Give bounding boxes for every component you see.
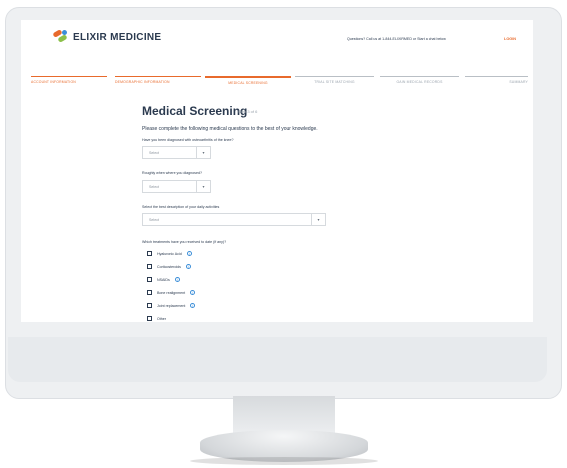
- page-title: Medical Screening: [142, 104, 248, 118]
- checkbox[interactable]: [147, 290, 152, 295]
- option-label: Hyaluronic Acid: [157, 251, 182, 256]
- info-icon[interactable]: i: [174, 277, 180, 282]
- info-icon[interactable]: i: [190, 303, 196, 308]
- step-gain-medical-records[interactable]: GAIN MEDICAL RECORDS: [380, 76, 459, 86]
- elixir-logo-icon: [52, 29, 69, 44]
- checkbox[interactable]: [147, 316, 152, 321]
- option-label: Bone realignment: [157, 290, 186, 295]
- chevron-down-icon: ▾: [196, 147, 210, 158]
- step-label: SUMMARY: [509, 80, 528, 84]
- help-text[interactable]: Questions? Call us at 1-844-ELIXIRMED or…: [347, 37, 446, 41]
- daily-activities-select[interactable]: Select ▾: [142, 213, 326, 226]
- step-bar: [465, 76, 528, 77]
- treatment-option[interactable]: Bone realignment i: [147, 290, 196, 295]
- question-label: Select the best description of your dail…: [142, 205, 220, 209]
- step-label: GAIN MEDICAL RECORDS: [396, 80, 443, 84]
- monitor-base-shadow: [190, 457, 378, 465]
- checkbox[interactable]: [147, 303, 152, 308]
- logo-text: ELIXIR MEDICINE: [73, 31, 162, 43]
- option-label: Corticosteroids: [157, 264, 181, 269]
- info-icon[interactable]: i: [186, 251, 192, 256]
- treatment-option[interactable]: NSAIDs i: [147, 277, 180, 282]
- step-label: TRIAL SITE MATCHING: [314, 80, 355, 84]
- monitor-neck: [233, 396, 335, 434]
- treatment-option[interactable]: Other: [147, 316, 166, 321]
- treatment-option[interactable]: Hyaluronic Acid i: [147, 251, 192, 256]
- option-label: Other: [157, 316, 166, 321]
- monitor-chin: [8, 337, 547, 382]
- chevron-down-icon: ▾: [311, 214, 325, 225]
- info-icon[interactable]: i: [190, 290, 196, 295]
- treatments-question: Which treatments have you received to da…: [142, 240, 227, 244]
- option-label: Joint replacement: [157, 303, 186, 308]
- step-label: ACCOUNT INFORMATION: [31, 80, 76, 84]
- login-link[interactable]: LOGIN: [504, 37, 516, 41]
- select-value: Select: [149, 218, 159, 222]
- step-summary[interactable]: SUMMARY: [465, 76, 528, 86]
- diagnosis-date-select[interactable]: Select ▾: [142, 180, 211, 193]
- chevron-down-icon: ▾: [196, 181, 210, 192]
- checkbox[interactable]: [147, 251, 152, 256]
- step-trial-site-matching[interactable]: TRIAL SITE MATCHING: [295, 76, 374, 86]
- select-value: Select: [149, 151, 159, 155]
- step-label: DEMOGRAPHIC INFORMATION: [115, 80, 170, 84]
- intro-text: Please complete the following medical qu…: [142, 126, 318, 132]
- step-label: MEDICAL SCREENING: [228, 80, 268, 85]
- page-subtitle: Step 3 of 6: [238, 109, 258, 114]
- checkbox[interactable]: [147, 264, 152, 269]
- treatment-option[interactable]: Corticosteroids i: [147, 264, 191, 269]
- progress-steps: ACCOUNT INFORMATION DEMOGRAPHIC INFORMAT…: [31, 76, 528, 86]
- step-account-information[interactable]: ACCOUNT INFORMATION: [31, 76, 107, 86]
- question-label: Roughly when where you diagnosed?: [142, 171, 202, 175]
- question-label: Have you been diagnosed with osteoarthri…: [142, 138, 234, 142]
- logo[interactable]: ELIXIR MEDICINE: [52, 29, 162, 44]
- info-icon[interactable]: i: [185, 264, 191, 269]
- treatment-option[interactable]: Joint replacement i: [147, 303, 196, 308]
- screen: ELIXIR MEDICINE Questions? Call us at 1-…: [21, 20, 533, 322]
- step-bar: [115, 76, 201, 77]
- osteoarthritis-select[interactable]: Select ▾: [142, 146, 211, 159]
- step-bar: [205, 76, 291, 78]
- step-bar: [31, 76, 107, 77]
- option-label: NSAIDs: [157, 277, 170, 282]
- step-bar: [295, 76, 374, 77]
- step-medical-screening[interactable]: MEDICAL SCREENING: [205, 76, 291, 86]
- step-bar: [380, 76, 459, 77]
- step-demographic-information[interactable]: DEMOGRAPHIC INFORMATION: [115, 76, 201, 86]
- checkbox[interactable]: [147, 277, 152, 282]
- select-value: Select: [149, 185, 159, 189]
